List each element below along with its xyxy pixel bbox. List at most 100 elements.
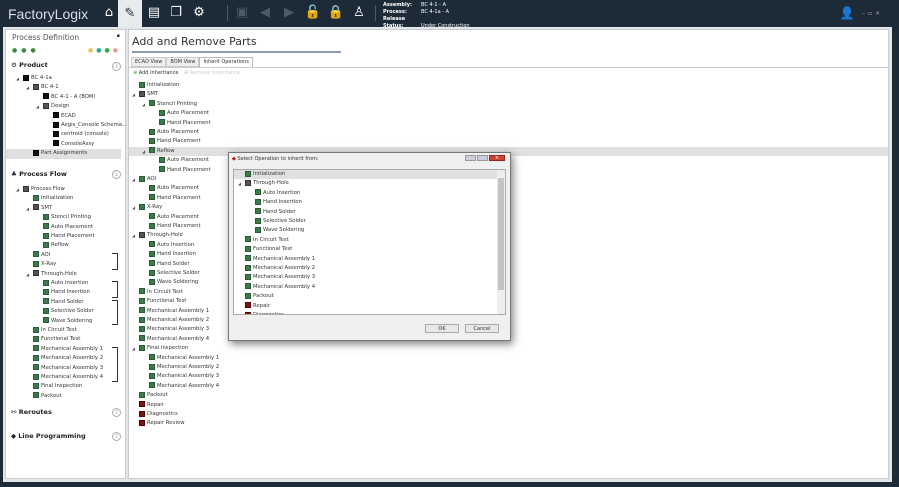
expand-arrow-icon[interactable]: ◢ <box>238 179 241 188</box>
edit-icon[interactable]: ✎ <box>118 0 142 27</box>
tree-item[interactable]: Functional Test <box>33 335 80 344</box>
tree-item[interactable]: ◢ SMT <box>132 90 158 99</box>
tree-item[interactable]: ◢ BC 4-1 <box>26 83 59 92</box>
expand-arrow-icon[interactable]: ◢ <box>142 100 145 109</box>
minimize-button[interactable] <box>465 155 476 161</box>
tab-bom-view[interactable]: BOM View <box>166 57 200 67</box>
line-programming-section-header[interactable]: ◆ Line Programming <box>11 432 86 440</box>
tree-item[interactable]: Hand Insertion <box>255 198 302 207</box>
tree-item[interactable]: Auto Placement <box>43 223 93 232</box>
ok-button[interactable]: OK <box>425 324 459 333</box>
tree-item[interactable]: Mechanical Assembly 4 <box>139 335 209 344</box>
expand-arrow-icon[interactable]: ◢ <box>132 231 135 240</box>
tree-item[interactable]: Diagnostics <box>139 410 178 419</box>
tree-item[interactable]: Mechanical Assembly 3 <box>139 325 209 334</box>
tree-item[interactable]: Selective Solder <box>149 269 200 278</box>
scrollbar-thumb[interactable] <box>498 178 504 290</box>
panel-toolbar-left[interactable]: ●●● <box>12 47 40 54</box>
tree-item[interactable]: In Circuit Test <box>245 236 289 245</box>
tree-item[interactable]: ◢ Stencil Printing <box>142 100 197 109</box>
tree-item[interactable]: Hand Placement <box>159 166 211 175</box>
tree-item[interactable]: Auto Placement <box>149 128 199 137</box>
tree-item[interactable]: Repair Review <box>139 419 185 428</box>
tree-item[interactable]: Hand Placement <box>149 194 201 203</box>
expand-arrow-icon[interactable]: ◢ <box>132 344 135 353</box>
tree-item[interactable]: ConsoleAssy <box>53 140 94 149</box>
add-inheritance-button[interactable]: ⊕ Add Inheritance <box>133 70 178 76</box>
tree-item[interactable]: Mechanical Assembly 1 <box>139 307 209 316</box>
panel-toolbar-right[interactable]: ●●●● <box>88 47 121 54</box>
tree-item[interactable]: Auto Insertion <box>149 241 194 250</box>
tree-item[interactable]: Functional Test <box>139 297 186 306</box>
tab-inherit-operations[interactable]: Inherit Operations <box>199 57 253 67</box>
tree-item[interactable]: Diagnostics <box>245 311 284 314</box>
back-icon[interactable]: ◀ <box>256 4 274 22</box>
tree-item[interactable]: Aegis_Console Schema... <box>53 121 127 130</box>
tree-item[interactable]: Initialization <box>33 194 73 203</box>
document-icon[interactable]: ▤ <box>145 4 163 22</box>
tree-item[interactable]: Hand Solder <box>255 208 296 217</box>
copy-icon[interactable]: ❐ <box>167 4 185 22</box>
tree-item[interactable]: In Circuit Test <box>139 288 183 297</box>
tree-item[interactable]: ◢ X-Ray <box>132 203 162 212</box>
process-flow-section-header[interactable]: ♣ Process Flow <box>11 170 67 178</box>
tree-item[interactable]: Mechanical Assembly 1 <box>33 345 103 354</box>
tree-item[interactable]: Hand Placement <box>43 232 95 241</box>
tree-item[interactable]: Mechanical Assembly 4 <box>33 373 103 382</box>
tree-item[interactable]: Packout <box>245 292 274 301</box>
tree-item[interactable]: centroid (console) <box>53 130 109 139</box>
tree-item[interactable]: Auto Placement <box>149 213 199 222</box>
tree-item[interactable]: Hand Placement <box>159 119 211 128</box>
tree-item[interactable]: Wave Soldering <box>255 226 304 235</box>
expand-arrow-icon[interactable]: ◢ <box>132 175 135 184</box>
tree-item[interactable]: Packout <box>33 392 62 401</box>
tree-item[interactable]: Repair <box>139 401 164 410</box>
tree-item[interactable]: Reflow <box>43 241 69 250</box>
tab-ecad-view[interactable]: ECAD View <box>131 57 167 67</box>
tree-item[interactable]: Part Assignments <box>6 149 121 159</box>
tree-item[interactable]: Mechanical Assembly 2 <box>245 264 315 273</box>
tree-item[interactable]: Wave Soldering <box>149 278 198 287</box>
expand-line-programming-icon[interactable]: ↑ <box>112 432 121 441</box>
product-section-header[interactable]: ⚙ Product <box>11 61 48 69</box>
tree-item[interactable]: Auto Placement <box>149 184 199 193</box>
tree-item[interactable]: Auto Placement <box>159 156 209 165</box>
tree-item[interactable]: Mechanical Assembly 1 <box>245 255 315 264</box>
tree-item[interactable]: ◢ Through-Hole <box>26 270 77 279</box>
remove-inheritance-button[interactable]: ⊖ Remove Inheritance <box>184 70 240 76</box>
expand-arrow-icon[interactable]: ◢ <box>142 147 145 156</box>
forward-icon[interactable]: ▶ <box>280 4 298 22</box>
home-icon[interactable]: ⌂ <box>100 4 118 22</box>
lock-icon[interactable]: 🔒 <box>327 4 345 22</box>
tree-item[interactable]: ◢ BC 4-1a <box>16 74 52 83</box>
scrollbar[interactable] <box>497 170 505 314</box>
tree-item[interactable]: Hand Solder <box>149 260 190 269</box>
tree-item[interactable]: Hand Insertion <box>43 288 90 297</box>
tree-item[interactable]: Mechanical Assembly 4 <box>245 283 315 292</box>
tree-item[interactable]: Initialization <box>234 170 498 180</box>
tree-item[interactable]: ◢ Final Inspection <box>132 344 188 353</box>
tree-item[interactable]: Auto Insertion <box>255 189 300 198</box>
expand-arrow-icon[interactable]: ◢ <box>132 203 135 212</box>
expand-arrow-icon[interactable]: ◢ <box>26 270 29 279</box>
expand-arrow-icon[interactable]: ◢ <box>26 204 29 213</box>
tree-item[interactable]: Auto Insertion <box>43 279 88 288</box>
tree-item[interactable]: ◢ AOI <box>132 175 156 184</box>
tree-item[interactable]: Hand Placement <box>149 137 201 146</box>
tree-item[interactable]: Packout <box>139 391 168 400</box>
tree-item[interactable]: Auto Placement <box>159 109 209 118</box>
pin-icon[interactable]: ▪ <box>117 33 120 39</box>
expand-arrow-icon[interactable]: ◢ <box>132 90 135 99</box>
tree-item[interactable]: Mechanical Assembly 2 <box>33 354 103 363</box>
tree-item[interactable]: AOI <box>33 251 50 260</box>
tree-item[interactable]: In Circuit Test <box>33 326 77 335</box>
tree-item[interactable]: Stencil Printing <box>43 213 91 222</box>
gear-icon[interactable]: ⚙ <box>190 4 208 22</box>
expand-arrow-icon[interactable]: ◢ <box>16 74 19 83</box>
user-icon[interactable]: 👤 <box>838 4 856 22</box>
tree-item[interactable]: Mechanical Assembly 3 <box>245 273 315 282</box>
maximize-button[interactable] <box>477 155 488 161</box>
tree-item[interactable]: ◢ Process Flow <box>16 185 65 194</box>
tree-item[interactable]: Mechanical Assembly 2 <box>149 363 219 372</box>
tree-item[interactable]: Functional Test <box>245 245 292 254</box>
